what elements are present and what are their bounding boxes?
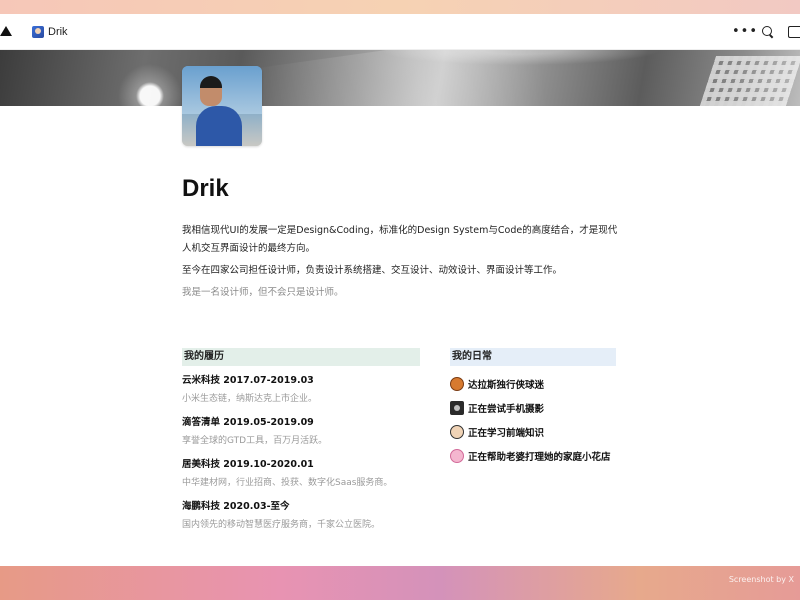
- daily-column: 我的日常 达拉斯独行侠球迷 正在尝试手机摄影 正在学习前端知识 正在帮助老婆打理…: [450, 348, 616, 468]
- resume-item: 海鹏科技 2020.03-至今 国内领先的移动智慧医疗服务商，千家公立医院。: [182, 498, 420, 534]
- page-content: Drik 我相信现代UI的发展一定是Design&Coding，标准化的Desi…: [182, 174, 622, 530]
- avatar-body: [196, 106, 242, 146]
- flower-icon: [450, 449, 464, 463]
- bottom-background-strip: [0, 566, 800, 600]
- page-breadcrumb[interactable]: Drik: [32, 24, 68, 40]
- toolbar-right: •••: [732, 22, 800, 42]
- daily-item: 正在学习前端知识: [450, 420, 616, 444]
- cover-light-beam: [246, 50, 674, 106]
- cover-grid-pattern: [699, 56, 800, 106]
- avatar-head: [200, 76, 222, 106]
- resume-list: 云米科技 2017.07-2019.03 小米生态链，纳斯达克上市企业。 滴答清…: [182, 372, 420, 534]
- title-bar: Drik •••: [0, 14, 800, 50]
- daily-item: 达拉斯独行侠球迷: [450, 372, 616, 396]
- resume-item-title: 海鹏科技 2020.03-至今: [182, 501, 290, 512]
- daily-item-label: 正在学习前端知识: [468, 428, 545, 439]
- daily-list: 达拉斯独行侠球迷 正在尝试手机摄影 正在学习前端知识 正在帮助老婆打理她的家庭小…: [450, 372, 616, 468]
- page-title: Drik: [182, 175, 229, 202]
- camera-icon: [450, 401, 464, 415]
- resume-item-title: 云米科技 2017.07-2019.03: [182, 375, 314, 386]
- more-options-icon[interactable]: •••: [732, 25, 757, 38]
- resume-column: 我的履历 云米科技 2017.07-2019.03 小米生态链，纳斯达克上市企业…: [182, 348, 420, 540]
- resume-item: 居美科技 2019.10-2020.01 中华建材网，行业招商、投获、数字化Sa…: [182, 456, 420, 492]
- app-window: Drik ••• Drik 我相信现代UI的发展一定是Design&Coding…: [0, 14, 800, 566]
- search-icon[interactable]: [762, 26, 774, 38]
- resume-item-desc: 中华建材网，行业招商、投获、数字化Saas服务商。: [182, 478, 393, 488]
- top-background-strip: [0, 0, 800, 14]
- page-avatar-icon: [32, 26, 44, 38]
- intro-paragraph-2: 至今在四家公司担任设计师，负责设计系统搭建、交互设计、动效设计、界面设计等工作。: [182, 265, 563, 276]
- sidebar-toggle-icon[interactable]: [788, 26, 800, 38]
- resume-item: 滴答清单 2019.05-2019.09 享誉全球的GTD工具，百万月活跃。: [182, 414, 420, 450]
- resume-item-title: 居美科技 2019.10-2020.01: [182, 459, 314, 470]
- daily-item-label: 正在尝试手机摄影: [468, 404, 545, 415]
- resume-item-desc: 国内领先的移动智慧医疗服务商，千家公立医院。: [182, 520, 381, 530]
- coder-icon: [450, 425, 464, 439]
- page-breadcrumb-label: Drik: [48, 26, 68, 38]
- page-cover-image: [0, 50, 800, 106]
- intro-paragraph-1: 我相信现代UI的发展一定是Design&Coding，标准化的Design Sy…: [182, 225, 618, 254]
- app-logo-icon[interactable]: [0, 26, 12, 36]
- intro-block: 我相信现代UI的发展一定是Design&Coding，标准化的Design Sy…: [182, 222, 622, 306]
- daily-item: 正在帮助老婆打理她的家庭小花店: [450, 444, 616, 468]
- resume-item-title: 滴答清单 2019.05-2019.09: [182, 417, 314, 428]
- resume-item-desc: 小米生态链，纳斯达克上市企业。: [182, 394, 318, 404]
- daily-header: 我的日常: [450, 348, 616, 366]
- daily-item: 正在尝试手机摄影: [450, 396, 616, 420]
- daily-item-label: 达拉斯独行侠球迷: [468, 380, 545, 391]
- daily-item-label: 正在帮助老婆打理她的家庭小花店: [468, 452, 611, 463]
- resume-header: 我的履历: [182, 348, 420, 366]
- profile-avatar[interactable]: [182, 66, 262, 146]
- basketball-icon: [450, 377, 464, 391]
- intro-paragraph-3: 我是一名设计师，但不会只是设计师。: [182, 287, 344, 298]
- screenshot-watermark: Screenshot by X: [728, 575, 794, 584]
- resume-item-desc: 享誉全球的GTD工具，百万月活跃。: [182, 436, 328, 446]
- resume-item: 云米科技 2017.07-2019.03 小米生态链，纳斯达克上市企业。: [182, 372, 420, 408]
